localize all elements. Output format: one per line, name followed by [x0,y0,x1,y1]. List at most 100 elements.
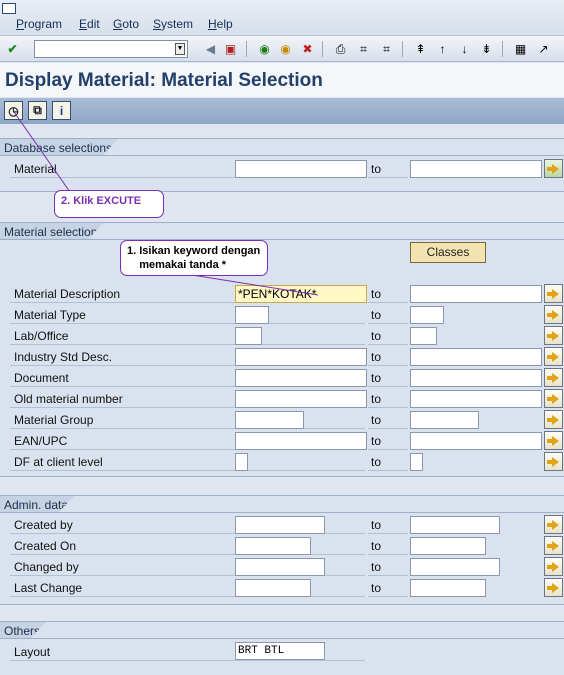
range-high-input[interactable] [410,348,542,366]
material-high-input[interactable] [410,160,542,178]
exit-icon[interactable]: ◉ [277,40,294,57]
row-label: Material Description [14,287,121,301]
to-underline [368,554,408,555]
to-label: to [371,539,382,553]
toolbar-divider [246,41,247,57]
multiple-selection-button[interactable] [544,347,563,366]
multiple-selection-button[interactable] [544,452,563,471]
range-low-input[interactable] [235,369,367,387]
multiple-selection-button[interactable] [544,326,563,345]
multiple-selection-button[interactable] [544,410,563,429]
row-label: Lab/Office [14,329,69,343]
classes-button[interactable]: Classes [410,242,486,263]
range-high-input[interactable] [410,453,423,471]
arrow-right-icon [547,519,559,530]
back-icon[interactable]: ◉ [256,40,273,57]
command-dropdown-icon[interactable]: ▼ [175,43,185,55]
range-high-input[interactable] [410,432,542,450]
page-title: Display Material: Material Selection [5,70,323,91]
multiple-selection-button[interactable] [544,159,563,178]
execute-clock-icon[interactable]: ◷ [4,101,23,120]
multiple-selection-button[interactable] [544,284,563,303]
range-high-input[interactable] [410,411,479,429]
range-high-input[interactable] [410,558,500,576]
menu-program[interactable]: Program [16,17,62,31]
section-divider [0,638,564,639]
range-high-input[interactable] [410,369,542,387]
title-bar: Display Material: Material Selection [0,63,564,97]
new-session-icon[interactable]: ▦ [512,40,529,57]
to-label: to [371,392,382,406]
menu-help[interactable]: Help [208,17,233,31]
command-field[interactable]: ▼ [34,40,188,58]
enter-icon[interactable]: ✔ [4,40,21,57]
range-high-input[interactable] [410,285,542,303]
print-icon[interactable]: ⎙ [332,40,349,57]
section-header: Others [0,622,46,639]
multiple-selection-button[interactable] [544,389,563,408]
back-arrow-icon[interactable]: ◀ [202,40,219,57]
row-label: Last Change [14,581,83,595]
range-low-input[interactable] [235,327,262,345]
application-toolbar: ◷ ⧉ i [0,98,564,124]
next-page-icon[interactable]: ↓ [456,40,473,57]
material-low-input[interactable] [235,160,367,178]
range-low-input[interactable]: *PEN*KOTAK* [235,285,367,303]
standard-toolbar: ✔ ▼ ◀ ▣ ◉ ◉ ✖ ⎙ ⌗ ⌗ ⇞ ↑ ↓ ⇟ ▦ ↗ [0,36,564,62]
menu-system[interactable]: System [153,17,193,31]
material-label: Material [14,162,57,176]
find-icon[interactable]: ⌗ [355,40,372,57]
range-high-input[interactable] [410,306,444,324]
range-low-input[interactable] [235,579,311,597]
multiple-selection-button[interactable] [544,536,563,555]
range-low-input[interactable] [235,432,367,450]
range-low-input[interactable] [235,558,325,576]
multiple-selection-button[interactable] [544,578,563,597]
toolbar-divider [322,41,323,57]
range-low-input[interactable] [235,348,367,366]
to-underline [368,575,408,576]
layout-input[interactable]: BRT BTL [235,642,325,660]
multiple-selection-button[interactable] [544,515,563,534]
row-label: Old material number [14,392,123,406]
range-high-input[interactable] [410,327,437,345]
multiple-selection-button[interactable] [544,431,563,450]
range-high-input[interactable] [410,579,486,597]
range-low-input[interactable] [235,453,248,471]
menu-goto[interactable]: Goto [113,17,139,31]
to-underline [368,470,408,471]
command-input[interactable] [35,41,173,57]
range-high-input[interactable] [410,390,542,408]
arrow-right-icon [547,540,559,551]
toolbar-divider [502,41,503,57]
find-next-icon[interactable]: ⌗ [378,40,395,57]
range-high-input[interactable] [410,516,500,534]
label-underline [10,323,365,324]
range-low-input[interactable] [235,411,304,429]
menu-edit[interactable]: Edit [79,17,100,31]
info-icon[interactable]: i [52,101,71,120]
arrow-right-icon [547,414,559,425]
to-label: to [371,162,382,176]
shortcut-icon[interactable]: ↗ [535,40,552,57]
last-page-icon[interactable]: ⇟ [478,40,495,57]
range-low-input[interactable] [235,306,269,324]
to-label: to [371,329,382,343]
to-underline [368,365,408,366]
to-label: to [371,371,382,385]
cancel-icon[interactable]: ✖ [299,40,316,57]
multiple-selection-button[interactable] [544,305,563,324]
range-low-input[interactable] [235,516,325,534]
save-icon[interactable]: ▣ [222,40,239,57]
range-high-input[interactable] [410,537,486,555]
first-page-icon[interactable]: ⇞ [412,40,429,57]
range-low-input[interactable] [235,537,311,555]
range-low-input[interactable] [235,390,367,408]
get-variant-icon[interactable]: ⧉ [28,101,47,120]
multiple-selection-button[interactable] [544,557,563,576]
multiple-selection-button[interactable] [544,368,563,387]
sap-window-icon[interactable] [2,3,16,14]
previous-page-icon[interactable]: ↑ [434,40,451,57]
arrow-right-icon [547,309,559,320]
to-label: to [371,413,382,427]
